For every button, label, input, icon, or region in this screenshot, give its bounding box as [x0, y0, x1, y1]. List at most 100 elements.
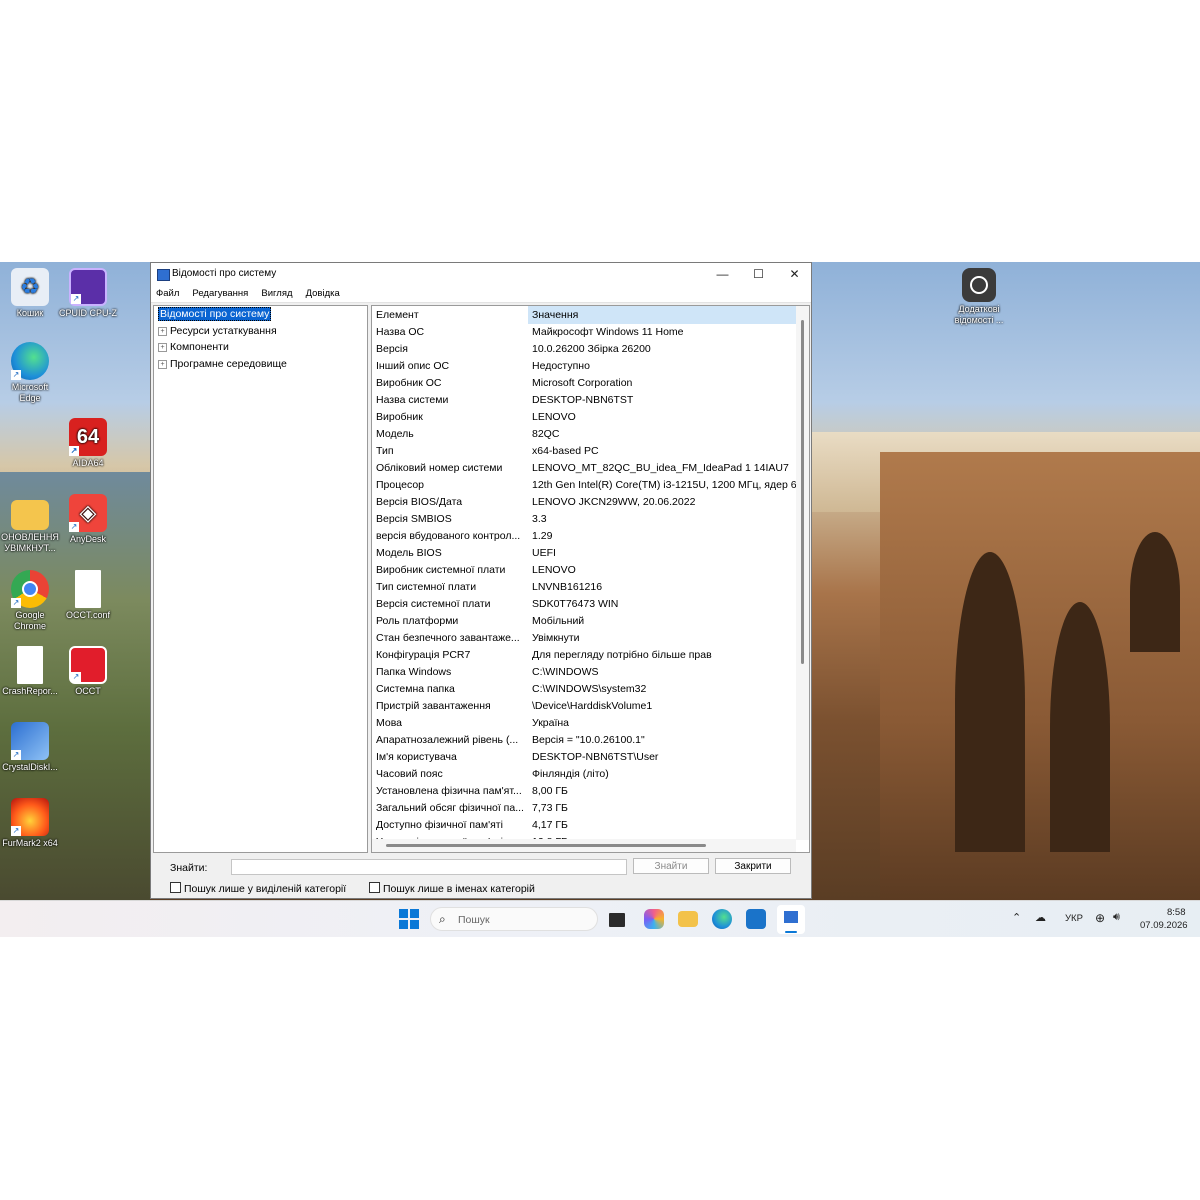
row-item: Ім'я користувача: [376, 751, 457, 763]
cloud-off-icon[interactable]: ☁: [1035, 911, 1046, 924]
find-input[interactable]: [231, 859, 627, 875]
table-row[interactable]: Стан безпечного завантаже... Увімкнути: [372, 630, 796, 647]
window-titlebar[interactable]: Відомості про систему — ☐ ✕: [151, 263, 811, 286]
scroll-thumb[interactable]: [386, 844, 706, 847]
table-row[interactable]: Доступно фізичної пам'яті 4,17 ГБ: [372, 817, 796, 834]
cpu-chip-icon: ↗: [69, 268, 107, 306]
scroll-thumb[interactable]: [801, 320, 804, 664]
vertical-scrollbar[interactable]: [796, 306, 809, 840]
column-header-item[interactable]: Елемент: [372, 306, 527, 324]
row-item: Доступно фізичної пам'яті: [376, 819, 503, 831]
globe-network-icon[interactable]: ⊕: [1095, 911, 1105, 925]
table-row[interactable]: Апаратнозалежний рівень (... Версія = "10…: [372, 732, 796, 749]
menu-edit[interactable]: Редагування: [187, 286, 253, 302]
expand-icon[interactable]: +: [158, 360, 167, 369]
expand-icon[interactable]: +: [158, 327, 167, 336]
table-row[interactable]: версія вбудованого контрол... 1.29: [372, 528, 796, 545]
table-row[interactable]: Тип системної плати LNVNB161216: [372, 579, 796, 596]
crashreport-file[interactable]: CrashRepor...: [0, 646, 60, 697]
row-item: Стан безпечного завантаже...: [376, 632, 520, 644]
checkbox-box[interactable]: [170, 882, 181, 893]
table-row[interactable]: Модель BIOS UEFI: [372, 545, 796, 562]
table-row[interactable]: Виробник ОС Microsoft Corporation: [372, 375, 796, 392]
tree-item-software-environment[interactable]: + Програмне середовище: [158, 358, 287, 370]
table-row[interactable]: Часовий пояс Фінляндія (літо): [372, 766, 796, 783]
tree-item-hardware-resources[interactable]: + Ресурси устаткування: [158, 325, 277, 337]
expand-icon[interactable]: +: [158, 343, 167, 352]
search-category-names-checkbox[interactable]: Пошук лише в іменах категорій: [369, 882, 535, 895]
occt-shortcut[interactable]: ↗ OCCT: [58, 646, 118, 697]
table-row[interactable]: Обліковий номер системи LENOVO_MT_82QC_BU…: [372, 460, 796, 477]
anydesk-shortcut[interactable]: ◈ ↗ AnyDesk: [58, 494, 118, 545]
menu-view[interactable]: Вигляд: [256, 286, 297, 302]
volume-icon[interactable]: 🔊︎: [1113, 911, 1120, 924]
checkbox-box[interactable]: [369, 882, 380, 893]
file-icon: [17, 646, 43, 684]
table-row[interactable]: Установлена фізична пам'ят... 8,00 ГБ: [372, 783, 796, 800]
close-dialog-button[interactable]: Закрити: [715, 858, 791, 874]
chevron-up-icon[interactable]: ⌃: [1012, 911, 1021, 924]
table-row[interactable]: Пристрій завантаження \Device\HarddiskVol…: [372, 698, 796, 715]
table-row[interactable]: Роль платформи Мобільний: [372, 613, 796, 630]
menu-help[interactable]: Довідка: [301, 286, 345, 302]
taskbar-search[interactable]: ⌕ Пошук: [430, 907, 598, 931]
language-indicator[interactable]: УКР: [1065, 913, 1083, 924]
system-info-taskbar-button[interactable]: [777, 905, 805, 934]
table-row[interactable]: Системна папка C:\WINDOWS\system32: [372, 681, 796, 698]
find-label: Знайти:: [170, 862, 208, 874]
row-value: 1.29: [532, 530, 553, 542]
table-row[interactable]: Виробник LENOVO: [372, 409, 796, 426]
desktop-icon-label: Microsoft Edge: [11, 382, 49, 403]
table-row[interactable]: Ім'я користувача DESKTOP-NBN6TST\User: [372, 749, 796, 766]
table-row[interactable]: Назва ОС Майкрософт Windows 11 Home: [372, 324, 796, 341]
start-button[interactable]: [399, 909, 419, 929]
occt-conf-file[interactable]: OCCT.conf: [58, 570, 118, 621]
table-row[interactable]: Папка Windows C:\WINDOWS: [372, 664, 796, 681]
table-row[interactable]: Тип x64-based PC: [372, 443, 796, 460]
aida64-shortcut[interactable]: 64 ↗ AIDA64: [58, 418, 118, 469]
table-row[interactable]: Мова Україна: [372, 715, 796, 732]
table-row[interactable]: Назва системи DESKTOP-NBN6TST: [372, 392, 796, 409]
clock-date[interactable]: 07.09.2026: [1140, 920, 1188, 931]
table-row[interactable]: Виробник системної плати LENOVO: [372, 562, 796, 579]
minimize-button[interactable]: —: [704, 263, 741, 286]
details-list: Елемент Значення Назва ОС Майкрософт Wind…: [371, 305, 810, 853]
row-item: Версія SMBIOS: [376, 513, 452, 525]
column-header-value[interactable]: Значення: [528, 306, 796, 324]
cpuz-shortcut[interactable]: ↗ CPUID CPU-Z: [58, 268, 118, 319]
table-row[interactable]: Версія системної плати SDK0T76473 WIN: [372, 596, 796, 613]
horizontal-scrollbar[interactable]: [372, 839, 796, 852]
search-selected-category-checkbox[interactable]: Пошук лише у виділеній категорії: [170, 882, 346, 895]
updates-folder[interactable]: ОНОВЛЕННЯ УВІМКНУТ...: [0, 494, 60, 554]
table-row[interactable]: Версія 10.0.26200 Збірка 26200: [372, 341, 796, 358]
table-row[interactable]: Процесор 12th Gen Intel(R) Core(TM) i3-12…: [372, 477, 796, 494]
close-button[interactable]: ✕: [776, 263, 813, 286]
table-row[interactable]: Версія SMBIOS 3.3: [372, 511, 796, 528]
row-value: LENOVO JKCN29WW, 20.06.2022: [532, 496, 696, 508]
task-view-icon[interactable]: [609, 913, 625, 927]
menu-file[interactable]: Файл: [151, 286, 184, 302]
clock-time[interactable]: 8:58: [1167, 907, 1186, 918]
edge-taskbar-icon[interactable]: [712, 909, 732, 929]
table-row[interactable]: Інший опис ОС Недоступно: [372, 358, 796, 375]
copilot-icon[interactable]: [644, 909, 664, 929]
row-item: Версія BIOS/Дата: [376, 496, 463, 508]
furmark-shortcut[interactable]: ↗ FurMark2 x64: [0, 798, 60, 849]
tree-item-system-summary[interactable]: Відомості про систему: [158, 307, 272, 321]
window-title: Відомості про систему: [172, 268, 277, 279]
extra-info-shortcut[interactable]: Додаткові відомості ...: [949, 268, 1009, 326]
table-row[interactable]: Конфігурація PCR7 Для перегляду потрібно …: [372, 647, 796, 664]
chrome-shortcut[interactable]: ↗ Google Chrome: [0, 570, 60, 632]
crystaldisk-shortcut[interactable]: ↗ CrystalDiskI...: [0, 722, 60, 773]
tree-item-components[interactable]: + Компоненти: [158, 341, 229, 353]
table-row[interactable]: Загальний обсяг фізичної па... 7,73 ГБ: [372, 800, 796, 817]
edge-shortcut[interactable]: ↗ Microsoft Edge: [0, 342, 60, 404]
recycle-bin-icon[interactable]: ♻ Кошик: [0, 268, 60, 319]
maximize-button[interactable]: ☐: [740, 263, 777, 286]
table-row[interactable]: Модель 82QC: [372, 426, 796, 443]
find-button[interactable]: Знайти: [633, 858, 709, 874]
system-info-window: Відомості про систему — ☐ ✕ Файл Редагув…: [150, 262, 812, 899]
table-row[interactable]: Версія BIOS/Дата LENOVO JKCN29WW, 20.06.2…: [372, 494, 796, 511]
file-explorer-icon[interactable]: [678, 911, 698, 927]
store-icon[interactable]: [746, 909, 766, 929]
